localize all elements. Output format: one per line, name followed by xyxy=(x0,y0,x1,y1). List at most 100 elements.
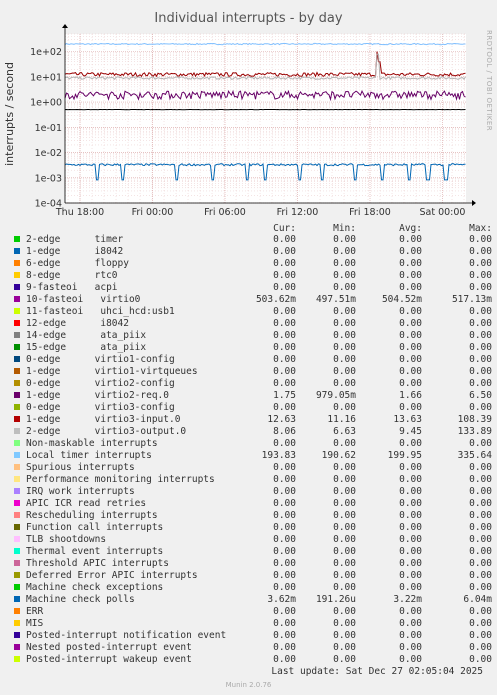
legend-avg-value: 0.00 xyxy=(399,402,422,413)
legend-max-value: 0.00 xyxy=(469,378,492,389)
legend-row: ERR 0.00 0.00 0.00 0.00 xyxy=(12,606,492,618)
legend-row: Deferred Error APIC interrupts 0.00 0.00 0.… xyxy=(12,570,492,582)
legend-avg-value: 0.00 xyxy=(399,534,422,545)
legend-max-value: 0.00 xyxy=(469,462,492,473)
legend-swatch xyxy=(14,512,20,518)
legend-label: Performance monitoring interrupts xyxy=(26,474,215,485)
legend-max-value: 133.89 xyxy=(457,426,492,437)
legend-cur-value: 8.06 xyxy=(273,426,296,437)
legend-avg-value: 0.00 xyxy=(399,546,422,557)
legend-cur-value: 0.00 xyxy=(273,402,296,413)
legend-avg-value: 504.52m xyxy=(381,294,422,305)
y-tick-label: 1e-02 xyxy=(35,148,62,159)
legend-cur-value: 0.00 xyxy=(273,630,296,641)
legend-min-value: 0.00 xyxy=(333,246,356,257)
legend-label: Local timer interrupts xyxy=(26,450,152,461)
legend-label: 0-edge virtio1-config xyxy=(26,354,175,365)
legend: 2-edge timer 0.00 0.00 0.00 0.00 1-edge i8042… xyxy=(12,234,492,666)
legend-min-value: 0.00 xyxy=(333,306,356,317)
legend-cur-value: 0.00 xyxy=(273,558,296,569)
legend-row: Posted-interrupt notification event 0.00 0… xyxy=(12,630,492,642)
legend-label: 0-edge virtio2-config xyxy=(26,378,175,389)
legend-label: Rescheduling interrupts xyxy=(26,510,158,521)
legend-label: 2-edge timer xyxy=(26,234,124,245)
legend-swatch xyxy=(14,296,20,302)
legend-row: 0-edge virtio1-config 0.00 0.00 0.00 0.00 xyxy=(12,354,492,366)
y-tick-label: 1e-01 xyxy=(35,123,62,134)
legend-cur-value: 0.00 xyxy=(273,498,296,509)
legend-avg-value: 0.00 xyxy=(399,570,422,581)
legend-max-value: 0.00 xyxy=(469,642,492,653)
legend-row: Function call interrupts 0.00 0.00 0.00 0.00 xyxy=(12,522,492,534)
legend-cur-value: 0.00 xyxy=(273,234,296,245)
legend-max-value: 0.00 xyxy=(469,474,492,485)
legend-max-value: 108.39 xyxy=(457,414,492,425)
x-tick-label: Fri 00:00 xyxy=(132,207,174,218)
legend-min-value: 0.00 xyxy=(333,474,356,485)
legend-cur-value: 0.00 xyxy=(273,642,296,653)
legend-row: 1-edge i8042 0.00 0.00 0.00 0.00 xyxy=(12,246,492,258)
legend-min-value: 0.00 xyxy=(333,510,356,521)
legend-row: TLB shootdowns 0.00 0.00 0.00 0.00 xyxy=(12,534,492,546)
legend-max-value: 0.00 xyxy=(469,582,492,593)
legend-avg-value: 0.00 xyxy=(399,582,422,593)
legend-avg-value: 0.00 xyxy=(399,642,422,653)
legend-max-value: 0.00 xyxy=(469,498,492,509)
legend-avg-value: 0.00 xyxy=(399,354,422,365)
legend-max-value: 335.64 xyxy=(457,450,492,461)
legend-min-value: 11.16 xyxy=(327,414,356,425)
legend-cur-value: 0.00 xyxy=(273,366,296,377)
legend-max-value: 517.13m xyxy=(451,294,492,305)
legend-row: Non-maskable interrupts 0.00 0.00 0.00 0.00 xyxy=(12,438,492,450)
legend-max-value: 0.00 xyxy=(469,546,492,557)
legend-row: 14-edge ata_piix 0.00 0.00 0.00 0.00 xyxy=(12,330,492,342)
legend-cur-value: 0.00 xyxy=(273,618,296,629)
legend-label: 1-edge virtio2-req.0 xyxy=(26,390,169,401)
legend-cur-value: 0.00 xyxy=(273,270,296,281)
legend-cur-value: 0.00 xyxy=(273,354,296,365)
legend-cur-value: 0.00 xyxy=(273,318,296,329)
legend-label: ERR xyxy=(26,606,44,617)
legend-row: 6-edge floppy 0.00 0.00 0.00 0.00 xyxy=(12,258,492,270)
legend-label: Function call interrupts xyxy=(26,522,164,533)
legend-swatch xyxy=(14,284,20,290)
legend-min-value: 0.00 xyxy=(333,318,356,329)
legend-min-value: 191.26u xyxy=(315,594,356,605)
legend-row: 10-fasteoi virtio0 503.62m 497.51m 504.52m 5… xyxy=(12,294,492,306)
legend-row: Thermal event interrupts 0.00 0.00 0.00 0.00 xyxy=(12,546,492,558)
legend-row: 9-fasteoi acpi 0.00 0.00 0.00 0.00 xyxy=(12,282,492,294)
legend-cur-value: 0.00 xyxy=(273,330,296,341)
legend-row: Local timer interrupts 193.83 190.62 199.95… xyxy=(12,450,492,462)
legend-avg-value: 0.00 xyxy=(399,318,422,329)
legend-cur-value: 0.00 xyxy=(273,534,296,545)
legend-swatch xyxy=(14,272,20,278)
legend-row: 2-edge timer 0.00 0.00 0.00 0.00 xyxy=(12,234,492,246)
last-update: Last update: Sat Dec 27 02:05:04 2025 xyxy=(271,666,483,677)
legend-avg-value: 0.00 xyxy=(399,282,422,293)
legend-max-value: 0.00 xyxy=(469,354,492,365)
x-tick-label: Fri 12:00 xyxy=(277,207,319,218)
legend-label: Nested posted-interrupt event xyxy=(26,642,192,653)
legend-avg-value: 0.00 xyxy=(399,654,422,665)
legend-min-value: 0.00 xyxy=(333,546,356,557)
x-tick-label: Fri 18:00 xyxy=(349,207,391,218)
legend-label: IRQ work interrupts xyxy=(26,486,135,497)
legend-label: 0-edge virtio3-config xyxy=(26,402,175,413)
legend-header-min: Min: xyxy=(333,223,356,234)
legend-cur-value: 0.00 xyxy=(273,258,296,269)
legend-swatch xyxy=(14,476,20,482)
legend-cur-value: 1.75 xyxy=(273,390,296,401)
legend-avg-value: 0.00 xyxy=(399,330,422,341)
legend-label: Deferred Error APIC interrupts xyxy=(26,570,198,581)
legend-label: 8-edge rtc0 xyxy=(26,270,118,281)
legend-max-value: 0.00 xyxy=(469,270,492,281)
legend-cur-value: 0.00 xyxy=(273,306,296,317)
legend-swatch xyxy=(14,248,20,254)
y-tick-label: 1e-03 xyxy=(35,173,62,184)
legend-max-value: 0.00 xyxy=(469,486,492,497)
legend-avg-value: 0.00 xyxy=(399,474,422,485)
legend-avg-value: 0.00 xyxy=(399,618,422,629)
legend-avg-value: 0.00 xyxy=(399,558,422,569)
legend-max-value: 0.00 xyxy=(469,342,492,353)
legend-swatch xyxy=(14,308,20,314)
